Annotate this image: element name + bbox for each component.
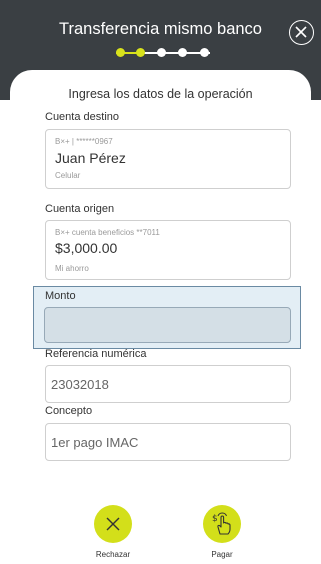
monto-label: Monto <box>45 290 76 302</box>
step-dot-3 <box>157 48 166 57</box>
pay-button[interactable]: $ <box>203 505 241 543</box>
close-icon <box>106 517 120 531</box>
monto-input[interactable] <box>44 307 291 343</box>
concepto-label: Concepto <box>45 405 93 417</box>
close-button[interactable] <box>289 20 314 45</box>
concepto-input[interactable]: 1er pago IMAC <box>45 423 291 461</box>
referencia-input[interactable]: 23032018 <box>45 365 291 403</box>
step-dot-2 <box>136 48 145 57</box>
referencia-label: Referencia numérica <box>45 348 147 360</box>
monto-section: Monto <box>33 286 301 349</box>
cuenta-destino-label: Cuenta destino <box>45 111 119 123</box>
tap-pay-icon: $ <box>212 512 231 535</box>
cuenta-origen-account: B×+ cuenta beneficios **7011 <box>55 228 160 237</box>
step-dot-4 <box>178 48 187 57</box>
progress-stepper <box>116 47 212 59</box>
cuenta-origen-alias: Mi ahorro <box>55 264 89 273</box>
referencia-value: 23032018 <box>51 377 109 392</box>
cuenta-destino-type: Celular <box>55 171 81 180</box>
close-icon <box>295 26 307 38</box>
reject-label: Rechazar <box>95 550 131 559</box>
cuenta-destino-selector[interactable]: B×+ | ******0967 Juan Pérez Celular <box>45 129 291 189</box>
cuenta-destino-account: B×+ | ******0967 <box>55 137 113 146</box>
cuenta-origen-selector[interactable]: B×+ cuenta beneficios **7011 $3,000.00 M… <box>45 220 291 280</box>
svg-text:$: $ <box>212 514 218 524</box>
page-title: Transferencia mismo banco <box>59 20 262 38</box>
cuenta-origen-label: Cuenta origen <box>45 203 115 215</box>
concepto-value: 1er pago IMAC <box>51 435 139 450</box>
cuenta-origen-balance: $3,000.00 <box>55 240 118 256</box>
pay-label: Pagar <box>211 550 233 559</box>
form-subtitle: Ingresa los datos de la operación <box>68 87 253 101</box>
reject-button[interactable] <box>94 505 132 543</box>
step-dot-5 <box>200 48 209 57</box>
step-dot-1 <box>116 48 125 57</box>
cuenta-destino-name: Juan Pérez <box>55 150 126 166</box>
